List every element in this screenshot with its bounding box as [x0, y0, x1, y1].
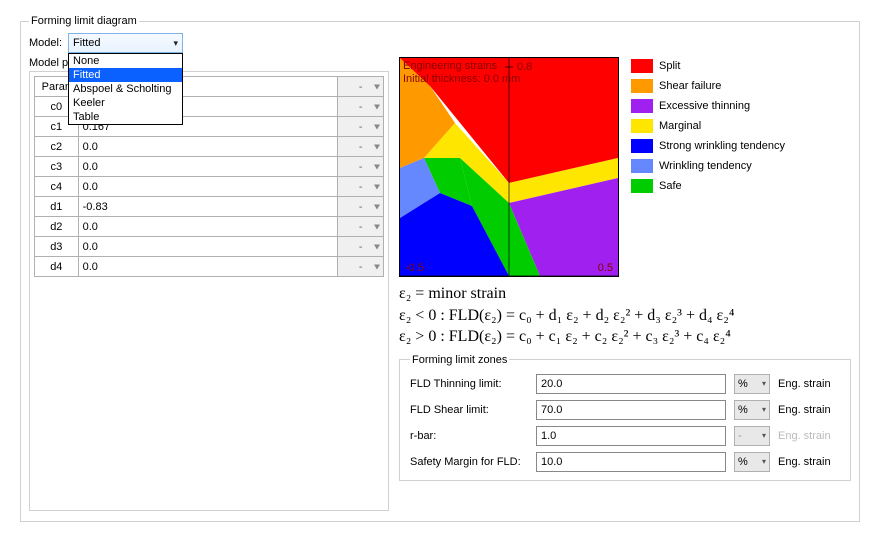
fld-shear-label: FLD Shear limit:: [410, 404, 528, 416]
param-unit-dropdown[interactable]: -: [338, 197, 384, 217]
group-title: Forming limit diagram: [29, 15, 139, 27]
safety-margin-label: Safety Margin for FLD:: [410, 456, 528, 468]
table-row: c2 0.0 -: [35, 137, 384, 157]
param-value-input[interactable]: 0.0: [78, 137, 338, 157]
legend-label: Marginal: [659, 120, 701, 132]
safety-margin-unit-dropdown[interactable]: %▾: [734, 452, 770, 472]
chevron-down-icon: ▾: [762, 379, 766, 388]
param-unit-dropdown[interactable]: -: [338, 157, 384, 177]
axis-x-min: -0.5: [405, 262, 424, 274]
legend-label: Wrinkling tendency: [659, 160, 752, 172]
param-value-input[interactable]: 0.0: [78, 237, 338, 257]
model-option-none[interactable]: None: [69, 54, 182, 68]
param-unit-dropdown[interactable]: -: [338, 237, 384, 257]
eng-strain-label: Eng. strain: [778, 378, 840, 390]
param-fieldset: Paran - c0 - c1 0.167 -: [29, 71, 389, 511]
param-unit-dropdown[interactable]: -: [338, 97, 384, 117]
param-name: d4: [35, 257, 79, 277]
safety-margin-input[interactable]: [536, 452, 726, 472]
legend-swatch: [631, 179, 653, 193]
model-dropdown-value: Fitted: [73, 37, 101, 49]
model-option-keeler[interactable]: Keeler: [69, 96, 182, 110]
param-unit-dropdown[interactable]: -: [338, 117, 384, 137]
model-label: Model:: [29, 37, 62, 49]
param-name: d2: [35, 217, 79, 237]
param-value-input[interactable]: 0.0: [78, 177, 338, 197]
chevron-down-icon: ▾: [762, 405, 766, 414]
param-name: d1: [35, 197, 79, 217]
table-row: d1 -0.83 -: [35, 197, 384, 217]
eng-strain-label-dim: Eng. strain: [778, 430, 840, 442]
legend-item: Marginal: [631, 119, 785, 133]
model-dropdown[interactable]: Fitted ▾: [68, 33, 183, 53]
param-value-input[interactable]: 0.0: [78, 217, 338, 237]
legend-swatch: [631, 159, 653, 173]
legend-swatch: [631, 119, 653, 133]
fld-thinning-unit-dropdown[interactable]: %▾: [734, 374, 770, 394]
param-value-input[interactable]: -0.83: [78, 197, 338, 217]
table-row: c4 0.0 -: [35, 177, 384, 197]
param-value-input[interactable]: 0.0: [78, 157, 338, 177]
fld-thinning-label: FLD Thinning limit:: [410, 378, 528, 390]
param-name: c4: [35, 177, 79, 197]
param-unit-header[interactable]: -: [338, 77, 384, 97]
fld-chart-svg: [400, 58, 618, 276]
legend-item: Excessive thinning: [631, 99, 785, 113]
chevron-down-icon: ▾: [762, 431, 766, 440]
legend-swatch: [631, 79, 653, 93]
fld-shear-input[interactable]: [536, 400, 726, 420]
fl-zones-title: Forming limit zones: [410, 354, 509, 366]
model-option-fitted[interactable]: Fitted: [69, 68, 182, 82]
model-option-abspoel[interactable]: Abspoel & Scholting: [69, 82, 182, 96]
legend-item: Safe: [631, 179, 785, 193]
legend-item: Strong wrinkling tendency: [631, 139, 785, 153]
fld-thinning-input[interactable]: [536, 374, 726, 394]
axis-x-max: 0.5: [598, 262, 613, 274]
table-row: c3 0.0 -: [35, 157, 384, 177]
chevron-down-icon: ▾: [762, 457, 766, 466]
initial-thickness-label: Initial thickness: 0.0 mm: [403, 73, 520, 85]
param-unit-dropdown[interactable]: -: [338, 257, 384, 277]
legend-swatch: [631, 99, 653, 113]
param-value-input[interactable]: 0.0: [78, 257, 338, 277]
forming-limit-zones-group: Forming limit zones FLD Thinning limit: …: [399, 354, 851, 481]
legend-swatch: [631, 139, 653, 153]
param-unit-dropdown[interactable]: -: [338, 217, 384, 237]
equation-line1: ε₂ = minor strain: [399, 283, 851, 305]
param-unit-dropdown[interactable]: -: [338, 137, 384, 157]
model-option-table[interactable]: Table: [69, 110, 182, 124]
equation-line3: ε₂ > 0 : FLD(ε₂) = c₀ + c₁ ε₂ + c₂ ε₂² +…: [399, 326, 851, 348]
chevron-down-icon: ▾: [174, 38, 179, 49]
eng-strain-label: Eng. strain: [778, 404, 840, 416]
legend-list: Split Shear failure Excessive thinning M…: [631, 59, 785, 193]
table-row: d4 0.0 -: [35, 257, 384, 277]
legend-item: Wrinkling tendency: [631, 159, 785, 173]
equation-block: ε₂ = minor strain ε₂ < 0 : FLD(ε₂) = c₀ …: [399, 283, 851, 348]
legend-label: Shear failure: [659, 80, 721, 92]
legend-swatch: [631, 59, 653, 73]
rbar-unit-dropdown[interactable]: -▾: [734, 426, 770, 446]
table-row: d3 0.0 -: [35, 237, 384, 257]
equation-line2: ε₂ < 0 : FLD(ε₂) = c₀ + d₁ ε₂ + d₂ ε₂² +…: [399, 305, 851, 327]
legend-label: Split: [659, 60, 680, 72]
param-unit-dropdown[interactable]: -: [338, 177, 384, 197]
param-name: c2: [35, 137, 79, 157]
legend-item: Split: [631, 59, 785, 73]
eng-strains-label: Engineering strains: [403, 60, 497, 72]
legend-label: Excessive thinning: [659, 100, 750, 112]
table-row: d2 0.0 -: [35, 217, 384, 237]
legend-item: Shear failure: [631, 79, 785, 93]
rbar-input[interactable]: [536, 426, 726, 446]
eng-strain-label: Eng. strain: [778, 456, 840, 468]
param-name: c3: [35, 157, 79, 177]
fld-shear-unit-dropdown[interactable]: %▾: [734, 400, 770, 420]
param-name: d3: [35, 237, 79, 257]
rbar-label: r-bar:: [410, 430, 528, 442]
legend-label: Strong wrinkling tendency: [659, 140, 785, 152]
legend-label: Safe: [659, 180, 682, 192]
model-dropdown-list[interactable]: None Fitted Abspoel & Scholting Keeler T…: [68, 53, 183, 125]
fld-chart: Engineering strains Initial thickness: 0…: [399, 57, 619, 277]
axis-y-max: 0.8: [517, 61, 532, 73]
forming-limit-diagram-group: Forming limit diagram Model: Fitted ▾ No…: [20, 15, 860, 522]
